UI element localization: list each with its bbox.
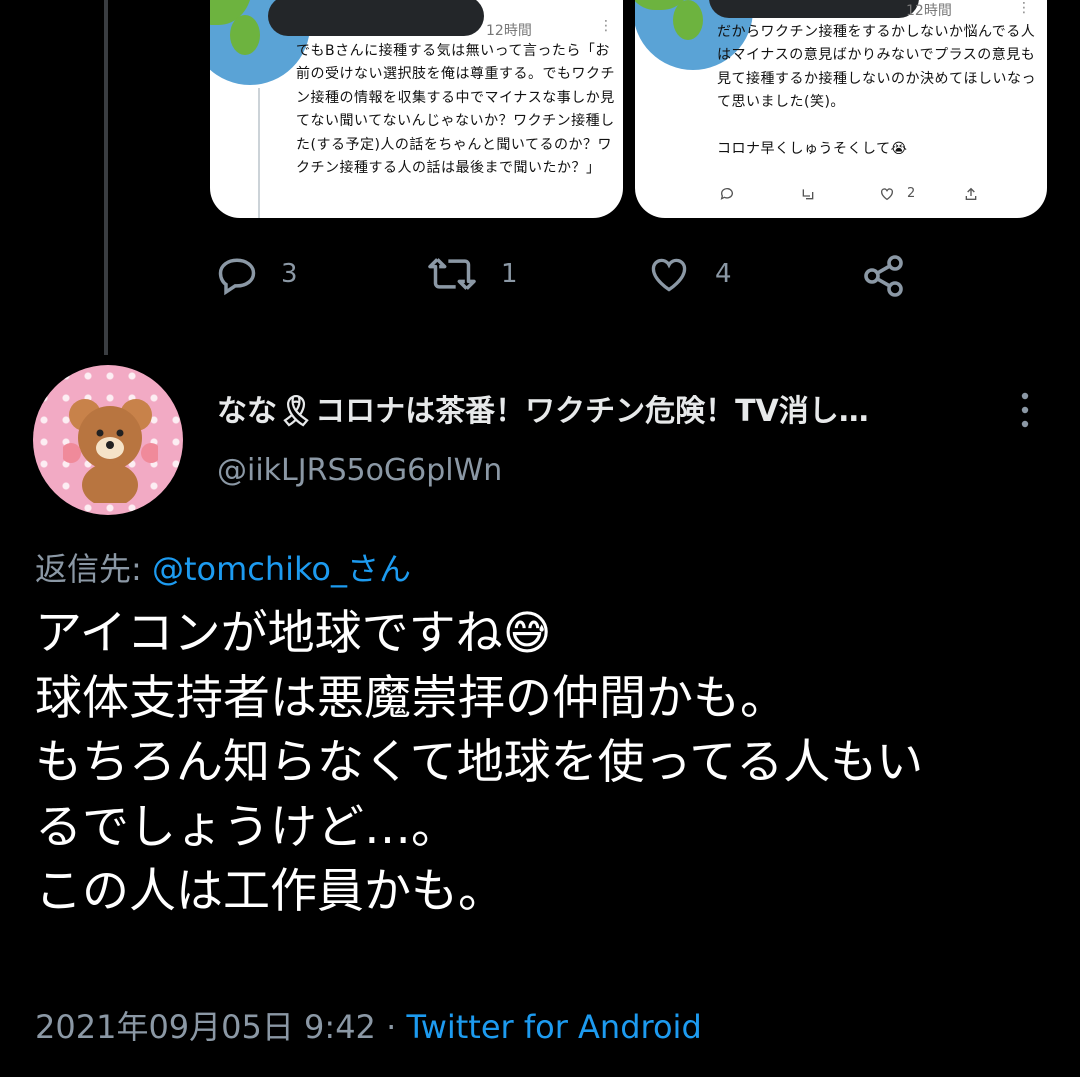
reply-to-label: 返信先: [35, 550, 152, 588]
author-handle[interactable]: @iikLJRS5oG6plWn [217, 453, 502, 488]
tweet-datetime[interactable]: 2021年09月05日 9:42 [35, 1008, 376, 1046]
heart-icon [651, 258, 687, 292]
embedded-reply-icon [719, 186, 735, 206]
embedded-tweet-text: でもBさんに接種する気は無いって言ったら「お前の受けない選択肢を俺は尊重する。で… [296, 43, 615, 177]
reply-action[interactable]: 3 [215, 252, 298, 296]
tweet-line: るでしょうけど…。 [35, 799, 458, 855]
tweet-line: もちろん知らなくて地球を使ってる人もい [35, 735, 924, 790]
tweet-line: 球体支持者は悪魔崇拝の仲間かも。 [35, 670, 787, 726]
embedded-share-icon [963, 186, 979, 206]
embedded-like-icon [879, 186, 895, 206]
retweet-icon [428, 258, 476, 290]
redaction-bar [709, 0, 919, 18]
like-action[interactable]: 4 [645, 252, 732, 296]
tweet-line: アイコンが地球ですね😅 [35, 606, 552, 661]
tweet-text: アイコンが地球ですね😅 球体支持者は悪魔崇拝の仲間かも。 もちろん知らなくて地球… [35, 602, 1045, 925]
attached-image-left[interactable]: 12時間 ⋮ でもBさんに接種する気は無いって言ったら「お前の受けない選択肢を俺… [210, 0, 623, 218]
meta-separator: · [375, 1008, 407, 1046]
share-action[interactable] [860, 252, 908, 300]
author-name[interactable]: なな🎗コロナは茶番！ワクチン危険！TV消し… [217, 386, 869, 430]
embedded-retweet-icon [799, 186, 817, 206]
redaction-bar [268, 0, 484, 36]
avatar[interactable] [33, 365, 183, 515]
reply-icon [218, 258, 256, 296]
embedded-more-icon: ⋮ [599, 18, 613, 34]
reply-to-line: 返信先: @tomchiko_さん [35, 544, 411, 590]
thread-connector-line [104, 0, 108, 355]
retweet-action[interactable]: 1 [425, 252, 518, 296]
retweet-count: 1 [501, 259, 518, 289]
embedded-like-count: 2 [907, 186, 916, 201]
attached-image-right[interactable]: 12時間 ⋮ だからワクチン接種をするかしないか悩んでる人はマイナスの意見ばかり… [635, 0, 1047, 218]
reply-to-mention[interactable]: @tomchiko_さん [152, 550, 411, 588]
tweet-action-bar: 3 1 4 [0, 250, 1080, 300]
tweet-line: この人は工作員かも。 [35, 864, 505, 919]
like-count: 4 [715, 259, 732, 289]
embedded-time: 12時間 [486, 23, 532, 39]
bear-avatar-illustration [63, 399, 158, 503]
embedded-thread-line [258, 88, 260, 218]
embedded-time: 12時間 [906, 3, 952, 19]
tweet-meta: 2021年09月05日 9:42 · Twitter for Android [35, 1002, 702, 1048]
embedded-tweet-text: だからワクチン接種をするかしないか悩んでる人はマイナスの意見ばかりみないでプラス… [717, 24, 1036, 158]
more-options-icon[interactable] [1012, 390, 1038, 430]
embedded-action-bar: 2 [717, 186, 1037, 208]
share-icon [864, 255, 903, 297]
tweet-source-link[interactable]: Twitter for Android [406, 1008, 701, 1046]
reply-count: 3 [281, 259, 298, 289]
embedded-more-icon: ⋮ [1017, 0, 1031, 16]
